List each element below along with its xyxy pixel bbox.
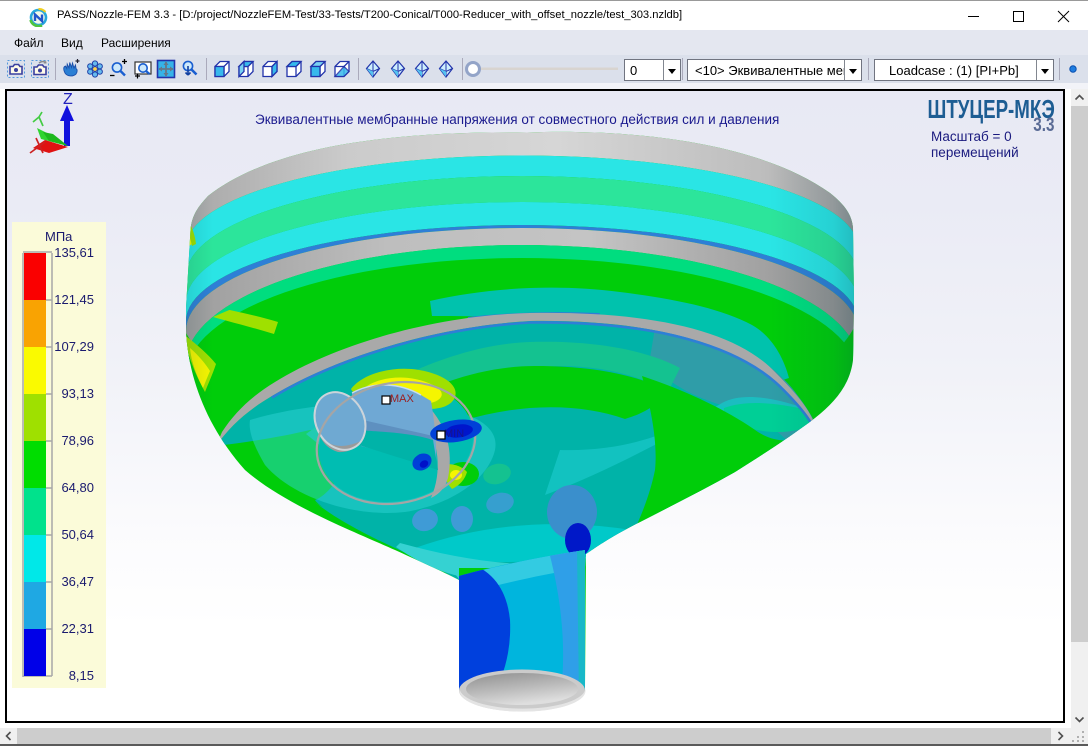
svg-text:MAX: MAX	[390, 393, 415, 405]
svg-text:MIN: MIN	[444, 428, 464, 440]
svg-text:Z: Z	[63, 91, 73, 108]
